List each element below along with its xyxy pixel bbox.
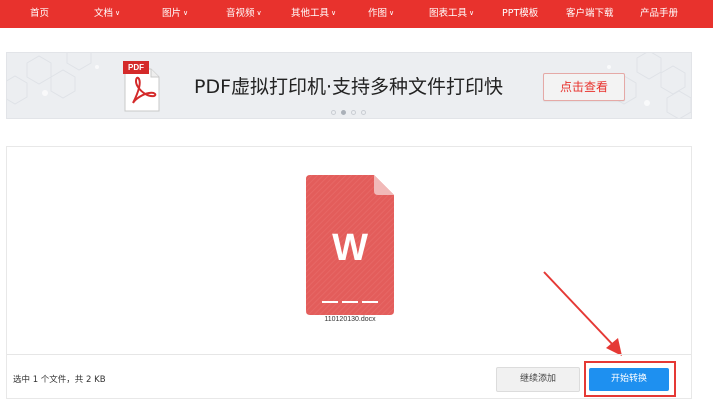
nav-item-ppt-templates[interactable]: PPT模板 <box>502 0 538 28</box>
pdf-badge-text: PDF <box>123 61 149 74</box>
nav-item-label: 音视频 <box>226 8 255 19</box>
annotation-highlight-box <box>584 361 676 397</box>
top-nav-bar: 首页 文档 ∨ 图片 ∨ 音视频 ∨ 其他工具 ∨ 作图 ∨ 图表工具 ∨ PPT模板 客户… <box>0 0 713 28</box>
nav-item-av[interactable]: 音视频 ∨ <box>226 0 262 28</box>
nav-item-product-manual[interactable]: 产品手册 <box>640 0 678 28</box>
chevron-down-icon: ∨ <box>469 9 475 17</box>
carousel-dot[interactable] <box>331 110 336 115</box>
nav-item-chart-tools[interactable]: 图表工具 ∨ <box>429 0 474 28</box>
footer-divider <box>7 354 691 355</box>
nav-item-label: 首页 <box>30 8 50 19</box>
banner-view-button[interactable]: 点击查看 <box>543 73 625 101</box>
chevron-down-icon: ∨ <box>389 9 395 17</box>
file-type-letter: W <box>332 227 368 269</box>
nav-item-drawing[interactable]: 作图 ∨ <box>368 0 394 28</box>
nav-item-label: 图表工具 <box>429 8 468 19</box>
word-file-icon[interactable]: W <box>306 175 394 315</box>
word-document-icon: W <box>306 175 394 315</box>
nav-item-label: 文档 <box>94 8 114 19</box>
nav-item-label: 其他工具 <box>291 8 330 19</box>
nav-item-label: PPT模板 <box>502 8 539 19</box>
chevron-down-icon: ∨ <box>183 9 189 17</box>
continue-add-button[interactable]: 继续添加 <box>496 367 580 392</box>
selection-status: 选中 1 个文件，共 2 KB <box>13 375 106 385</box>
carousel-dot-active[interactable] <box>341 110 346 115</box>
chevron-down-icon: ∨ <box>256 9 262 17</box>
nav-item-client-download[interactable]: 客户端下载 <box>566 0 614 28</box>
file-name-label: 110120130.docx <box>324 316 376 323</box>
carousel-dot[interactable] <box>351 110 356 115</box>
nav-item-label: 产品手册 <box>640 8 679 19</box>
nav-item-other-tools[interactable]: 其他工具 ∨ <box>291 0 336 28</box>
nav-item-label: 客户端下载 <box>566 8 614 19</box>
nav-item-label: 图片 <box>162 8 182 19</box>
pdf-logo-icon: PDF <box>121 61 163 113</box>
nav-item-images[interactable]: 图片 ∨ <box>162 0 188 28</box>
chevron-down-icon: ∨ <box>331 9 337 17</box>
nav-item-home[interactable]: 首页 <box>30 0 49 28</box>
nav-item-docs[interactable]: 文档 ∨ <box>94 0 120 28</box>
carousel-dot[interactable] <box>361 110 366 115</box>
nav-item-label: 作图 <box>368 8 388 19</box>
chevron-down-icon: ∨ <box>115 9 121 17</box>
banner-title: PDF虚拟打印机·支持多种文件打印快 <box>194 76 504 98</box>
